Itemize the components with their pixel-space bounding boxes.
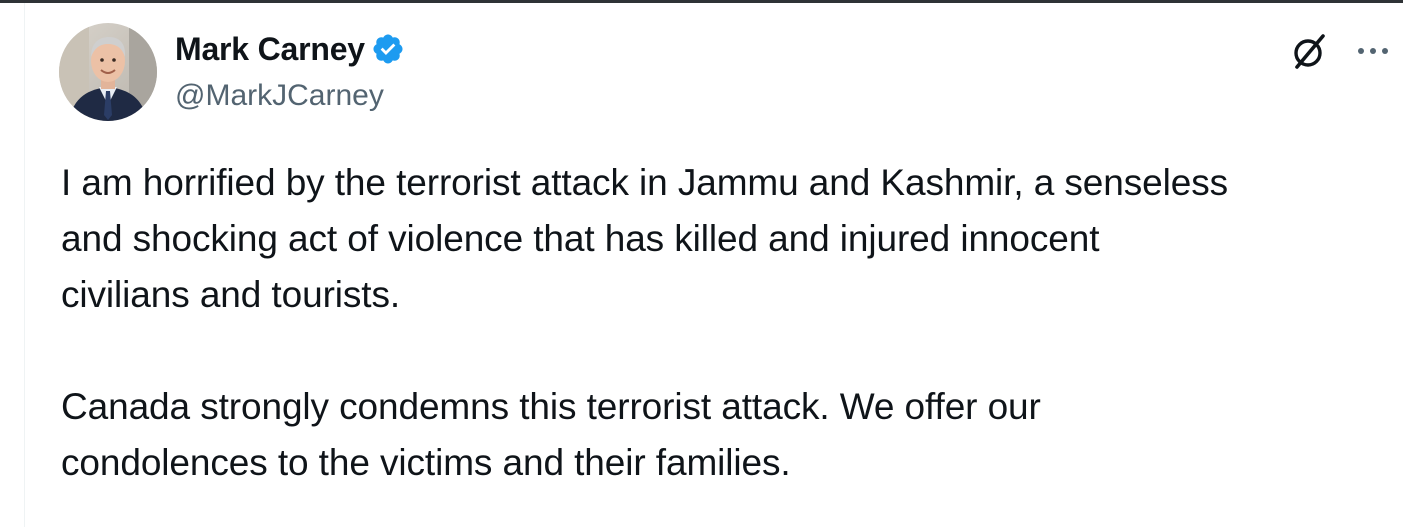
tweet-paragraph-2: Canada strongly condemns this terrorist … [61, 386, 1041, 483]
avatar[interactable] [59, 23, 157, 121]
tweet-text: I am horrified by the terrorist attack i… [61, 155, 1381, 491]
grok-icon[interactable] [1289, 31, 1329, 71]
author-display-name[interactable]: Mark Carney [175, 31, 365, 68]
author-name-row: Mark Carney [175, 29, 405, 69]
verified-badge-icon [371, 32, 405, 66]
more-options-icon[interactable] [1353, 37, 1393, 65]
avatar-photo [59, 23, 157, 121]
author-handle[interactable]: @MarkJCarney [175, 79, 384, 113]
tweet-paragraph-1: I am horrified by the terrorist attack i… [61, 162, 1229, 315]
tweet-card[interactable]: Mark Carney @MarkJCarney I am horrified … [24, 3, 1403, 527]
